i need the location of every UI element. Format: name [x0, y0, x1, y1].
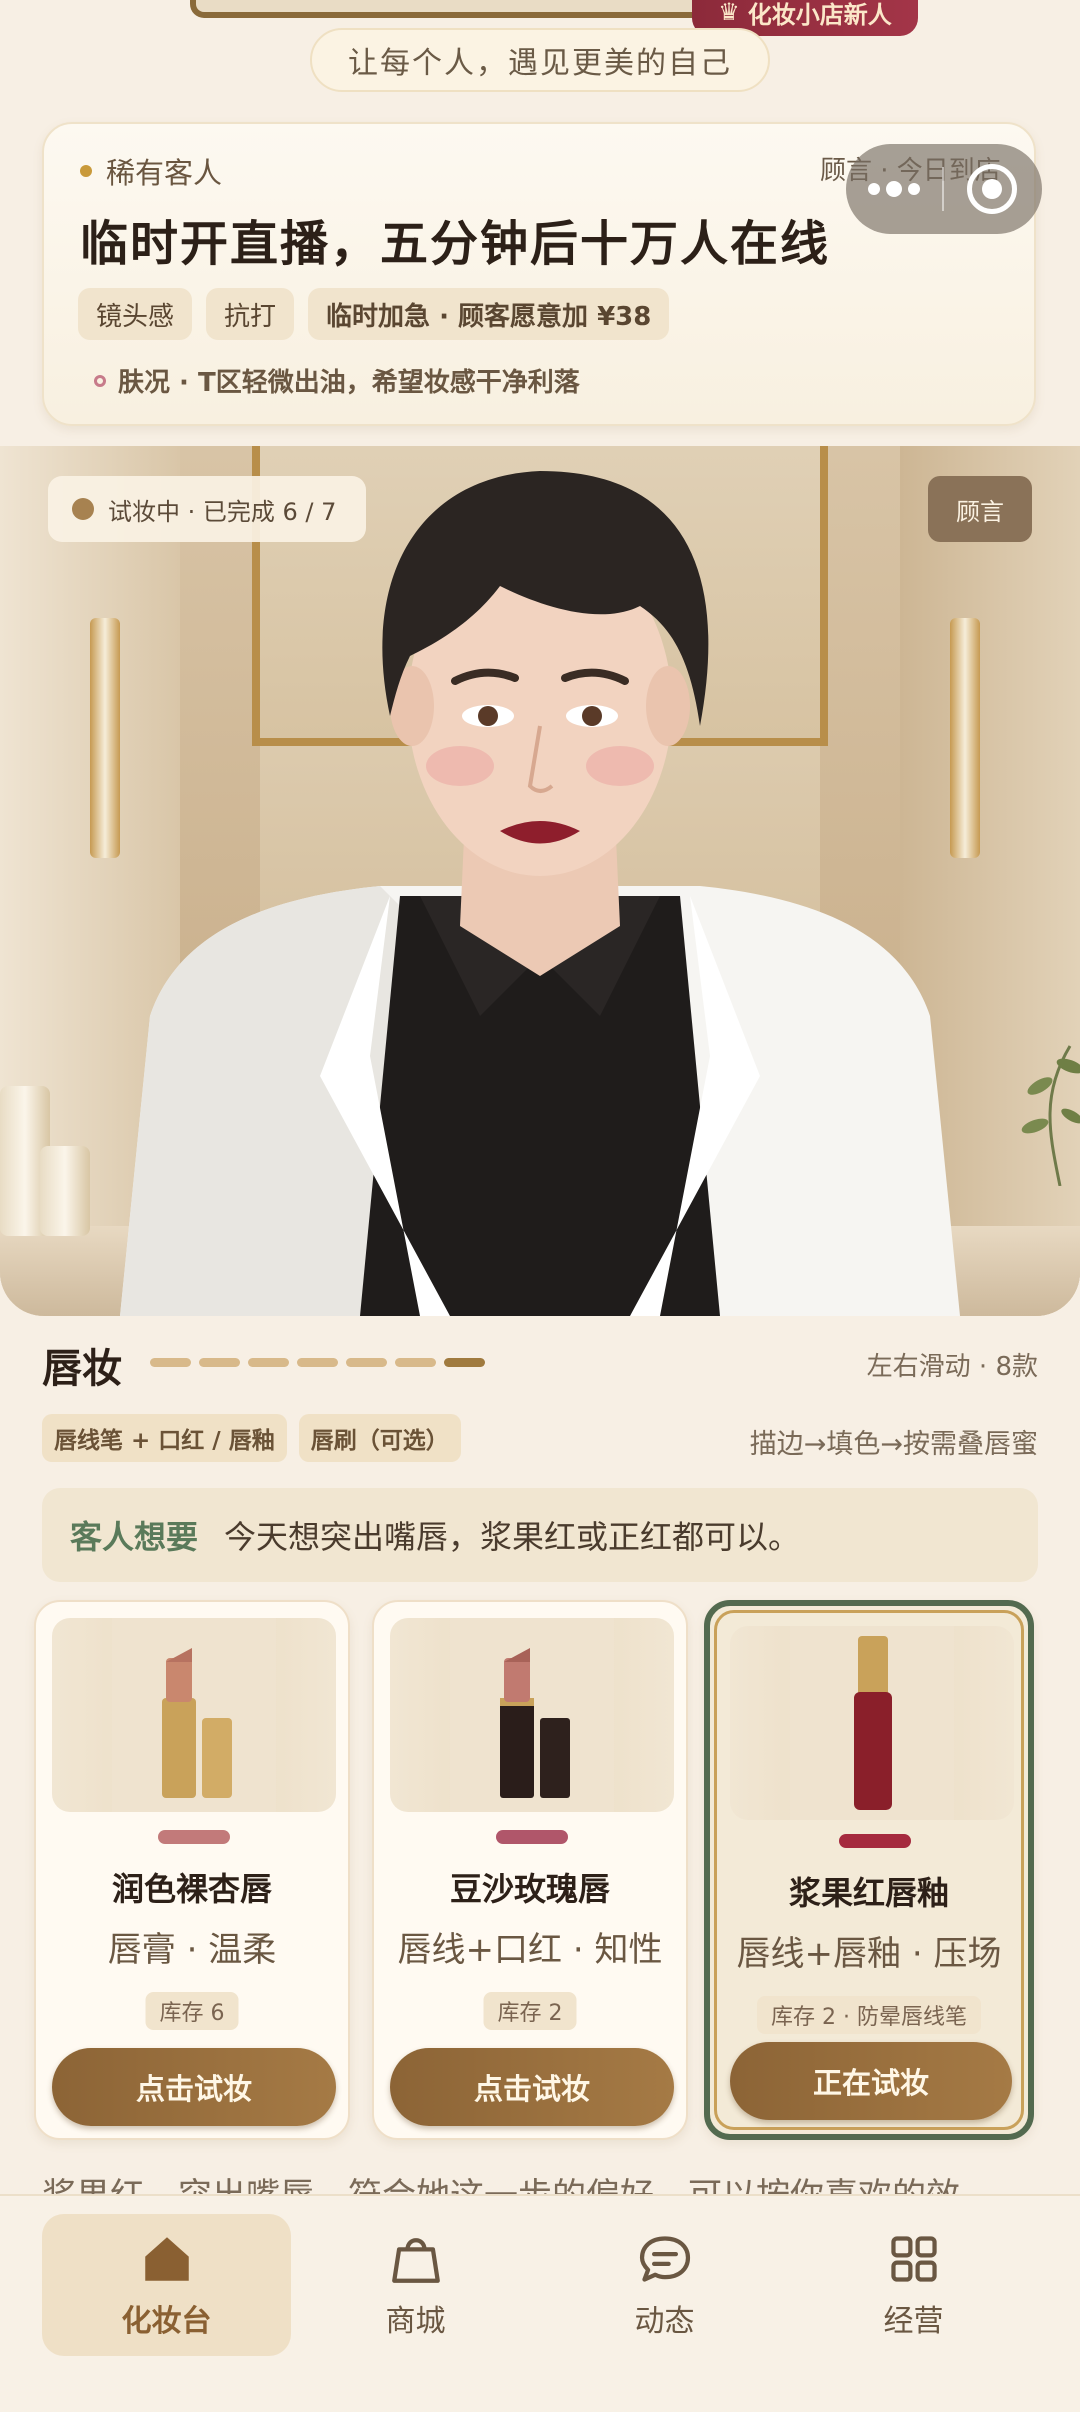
stock-badge: 库存 2 · 防晕唇线笔 — [757, 1996, 981, 2034]
miniprogram-capsule — [846, 144, 1042, 234]
customer-request: 客人想要 今天想突出嘴唇，浆果红或正红都可以。 — [42, 1488, 1038, 1582]
plant-icon — [1021, 1045, 1080, 1186]
chip: 镜头感 — [78, 288, 193, 340]
request-label: 客人想要 — [70, 1518, 199, 1556]
step-dot — [199, 1358, 240, 1367]
stock-badge: 库存 2 — [483, 1992, 577, 2030]
color-swatch — [839, 1834, 911, 1848]
progress-label: 试妆中 · 已完成 6 / 7 — [108, 497, 337, 526]
customer-note: 肤况 · T区轻微出油，希望妆感干净利落 — [94, 362, 580, 399]
step-indicator — [150, 1358, 485, 1367]
request-text: 今天想突出嘴唇，浆果红或正红都可以。 — [224, 1518, 801, 1556]
bottle — [40, 1146, 90, 1236]
product-name: 润色裸杏唇 — [111, 1870, 272, 1908]
close-miniprogram-icon[interactable] — [944, 164, 1040, 214]
grid-icon — [890, 2236, 937, 2282]
advisor-button[interactable]: 顾言 — [928, 476, 1032, 542]
step-dot — [395, 1358, 436, 1367]
step-dot — [346, 1358, 387, 1367]
product-desc: 唇膏 · 温柔 — [107, 1930, 277, 1970]
product-desc: 唇线+唇釉 · 压场 — [736, 1934, 1002, 1974]
swipe-hint: 左右滑动 · 8款 — [866, 1352, 1038, 1382]
try-on-button[interactable]: 点击试妆 — [52, 2048, 336, 2126]
customer-chips: 镜头感 抗打 临时加急 · 顾客愿意加 ¥38 — [78, 288, 670, 340]
chip: 抗打 — [206, 288, 295, 340]
progress-dot-icon — [72, 498, 94, 520]
slogan: 让每个人，遇见更美的自己 — [310, 28, 770, 92]
top-banner-frame — [190, 0, 710, 18]
step-dot — [150, 1358, 191, 1367]
trying-on-button[interactable]: 正在试妆 — [730, 2042, 1012, 2120]
crown-icon: ♛ — [718, 0, 740, 26]
dot-icon — [80, 165, 92, 177]
nav-item-feed[interactable]: 动态 — [540, 2214, 789, 2356]
tool-chip: 唇刷（可选） — [298, 1414, 461, 1462]
more-icon[interactable] — [846, 181, 942, 197]
chip-urgent: 临时加急 · 顾客愿意加 ¥38 — [308, 288, 670, 340]
nav-item-dresser[interactable]: 化妆台 — [42, 2214, 291, 2356]
product-desc: 唇线+口红 · 知性 — [397, 1930, 663, 1970]
product-card-selected[interactable]: 浆果红唇釉 唇线+唇釉 · 压场 库存 2 · 防晕唇线笔 正在试妆 — [704, 1600, 1034, 2140]
customer-title: 临时开直播，五分钟后十万人在线 — [80, 216, 831, 272]
color-swatch — [158, 1830, 230, 1844]
nav-label: 经营 — [883, 2304, 944, 2339]
vip-badge-label: 化妆小店新人 — [747, 0, 892, 29]
customer-note-text: 肤况 · T区轻微出油，希望妆感干净利落 — [118, 368, 580, 398]
product-image — [52, 1618, 336, 1812]
step-dot — [248, 1358, 289, 1367]
tool-chip: 唇线笔 + 口红 / 唇釉 — [42, 1414, 287, 1462]
product-card[interactable]: 润色裸杏唇 唇膏 · 温柔 库存 6 点击试妆 — [34, 1600, 350, 2140]
sconce-left — [90, 618, 120, 858]
color-swatch — [496, 1830, 568, 1844]
ring-icon — [94, 374, 106, 387]
nav-item-shop[interactable]: 商城 — [291, 2214, 540, 2356]
nav-label: 动态 — [634, 2304, 695, 2339]
step-dot-current — [444, 1358, 485, 1367]
hero-scene: 试妆中 · 已完成 6 / 7 顾言 — [0, 446, 1080, 1316]
customer-tag-label: 稀有客人 — [106, 156, 223, 190]
method-hint: 描边→填色→按需叠唇蜜 — [749, 1429, 1038, 1460]
product-image — [390, 1618, 674, 1812]
product-name: 豆沙玫瑰唇 — [449, 1870, 610, 1908]
section-title: 唇妆 — [42, 1346, 122, 1392]
model-portrait — [120, 471, 960, 1316]
step-dot — [297, 1358, 338, 1367]
stock-badge: 库存 6 — [145, 1992, 239, 2030]
product-image — [730, 1626, 1014, 1820]
customer-tag: 稀有客人 — [80, 150, 222, 192]
nav-item-business[interactable]: 经营 — [789, 2214, 1038, 2356]
tools-list: 唇线笔 + 口红 / 唇釉 唇刷（可选） — [42, 1414, 461, 1462]
bag-icon — [391, 2238, 440, 2283]
try-on-button[interactable]: 点击试妆 — [390, 2048, 674, 2126]
product-name: 浆果红唇釉 — [788, 1874, 949, 1912]
bottom-nav: 化妆台 商城 动态 经营 — [0, 2194, 1080, 2412]
nav-label: 化妆台 — [121, 2304, 212, 2339]
product-card[interactable]: 豆沙玫瑰唇 唇线+口红 · 知性 库存 2 点击试妆 — [372, 1600, 688, 2140]
nav-label: 商城 — [385, 2304, 446, 2339]
home-icon — [144, 2237, 189, 2281]
makeup-progress: 试妆中 · 已完成 6 / 7 — [48, 476, 367, 542]
chat-icon — [639, 2236, 690, 2282]
